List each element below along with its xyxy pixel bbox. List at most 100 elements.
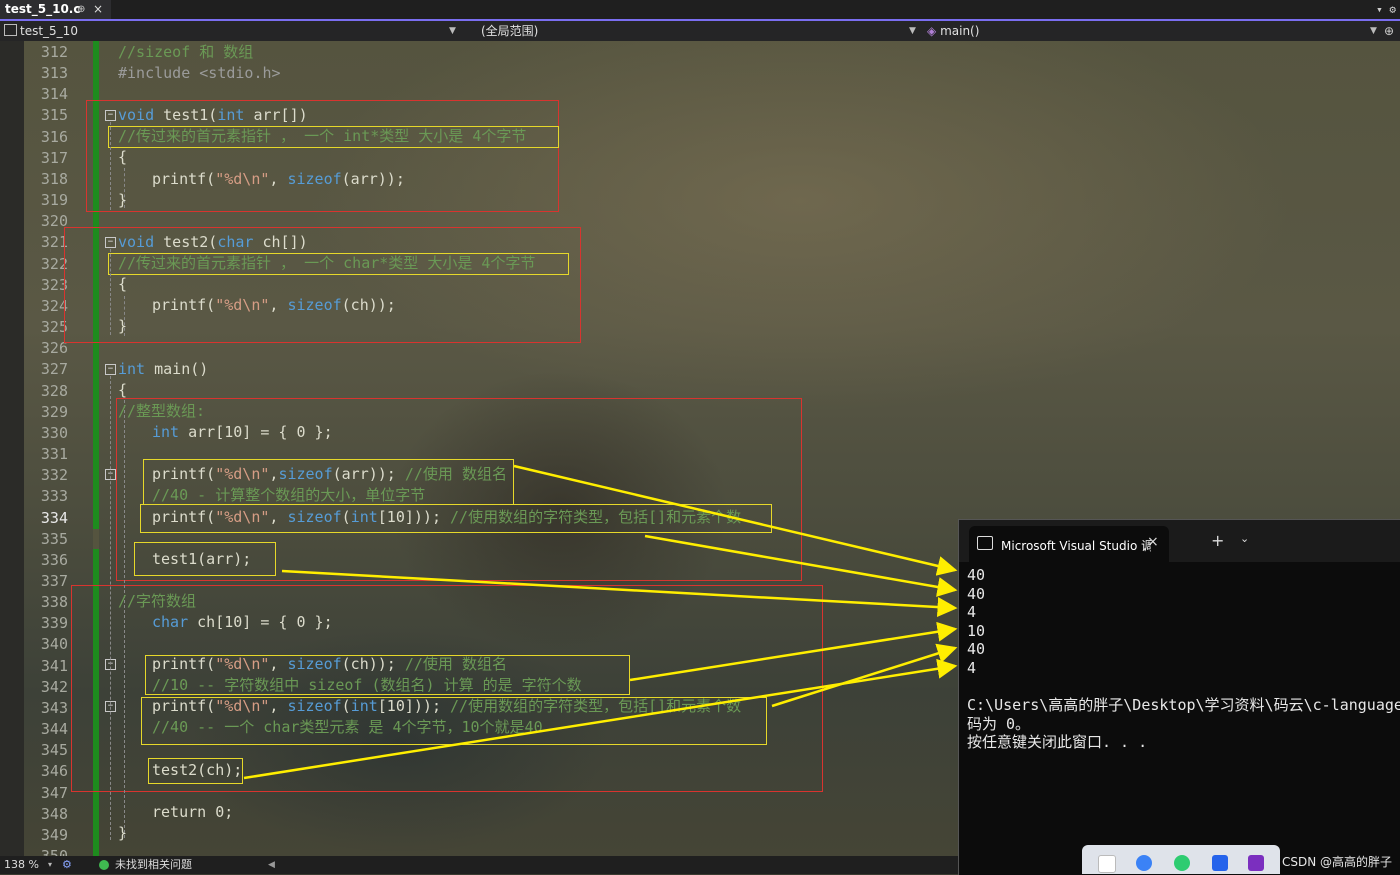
search-app-icon[interactable]	[1212, 855, 1228, 871]
line-number: 317	[40, 148, 68, 167]
tab-title: test_5_10.c	[5, 2, 81, 16]
new-tab-button[interactable]: +	[1211, 531, 1224, 550]
chevron-down-icon[interactable]: ▼	[449, 21, 456, 41]
chevron-down-icon[interactable]: ▼	[1370, 21, 1377, 41]
cube-icon: ◈	[927, 24, 937, 38]
collapse-icon[interactable]: −	[105, 364, 116, 375]
line-number: 348	[40, 804, 68, 823]
code-line[interactable]: void test2(char ch[])	[118, 232, 308, 253]
watermark: CSDN @高高的胖子	[1281, 855, 1392, 869]
code-line[interactable]: printf("%d\n", sizeof(int[10])); //使用数组的…	[152, 696, 741, 717]
code-line[interactable]: {	[118, 147, 127, 168]
change-tracking-gap	[93, 529, 99, 549]
status-bar: 138 % ▾ ⚙ 未找到相关问题 ◀	[0, 856, 958, 874]
line-number: 326	[40, 339, 68, 358]
line-number: 312	[40, 43, 68, 61]
start-icon[interactable]	[1098, 855, 1116, 873]
line-number: 314	[40, 85, 68, 104]
chevron-down-icon[interactable]: ▾	[48, 856, 52, 874]
collapse-icon[interactable]: −	[105, 237, 116, 248]
code-line-current[interactable]: printf("%d\n", sizeof(int[10])); //使用数组的…	[152, 507, 741, 528]
zoom-level[interactable]: 138 %	[4, 856, 39, 874]
collapse-icon[interactable]: −	[105, 110, 116, 121]
fold-guide	[110, 122, 111, 210]
line-number: 343	[40, 698, 68, 717]
line-number: 338	[40, 593, 68, 612]
line-number: 341	[40, 656, 68, 675]
line-number: 320	[40, 212, 68, 231]
code-line[interactable]: //字符数组	[118, 591, 196, 612]
code-line[interactable]: {	[118, 274, 127, 295]
project-dropdown[interactable]: test_5_10	[4, 21, 78, 41]
chevron-down-icon[interactable]: ⌄	[1240, 532, 1249, 545]
line-number: 337	[40, 572, 68, 590]
code-line[interactable]: }	[118, 190, 127, 211]
code-line[interactable]: //40 - 计算整个数组的大小，单位字节	[152, 485, 425, 506]
code-line[interactable]: }	[118, 823, 127, 844]
pin-icon[interactable]: ⊕	[77, 0, 85, 19]
fold-guide	[110, 249, 111, 335]
console-tab[interactable]: Microsoft Visual Studio 调试控制台 ×	[969, 526, 1169, 562]
code-line[interactable]: void test1(int arr[])	[118, 105, 308, 126]
code-line[interactable]: #include <stdio.h>	[118, 63, 281, 84]
taskbar-peek	[1082, 845, 1280, 874]
line-number: 346	[40, 762, 68, 781]
code-line[interactable]: //40 -- 一个 char类型元素 是 4个字节，10个就是40	[152, 717, 543, 738]
line-number: 329	[40, 402, 68, 421]
fold-guide	[110, 376, 111, 840]
code-line[interactable]: return 0;	[152, 802, 233, 823]
console-tab-title: Microsoft Visual Studio 调试控制台	[1001, 539, 1151, 553]
code-line[interactable]: //传过来的首元素指针 ， 一个 int*类型 大小是 4个字节	[118, 126, 526, 147]
line-number: 331	[40, 445, 68, 464]
line-number: 336	[40, 550, 68, 569]
line-number: 347	[40, 783, 68, 802]
code-line[interactable]: //10 -- 字符数组中 sizeof (数组名) 计算 的是 字符个数	[152, 675, 582, 696]
navigation-bar: test_5_10 ▼ (全局范围) ▼ ◈ main() ▼ ⊕	[0, 21, 1400, 41]
file-icon	[4, 24, 17, 36]
close-icon[interactable]: ×	[1147, 534, 1159, 550]
line-number: 330	[40, 423, 68, 442]
code-line[interactable]: printf("%d\n", sizeof(arr));	[152, 169, 405, 190]
scroll-left-icon[interactable]: ◀	[268, 856, 275, 874]
code-line[interactable]: }	[118, 316, 127, 337]
function-name: main()	[940, 24, 980, 38]
issues-status[interactable]: 未找到相关问题	[115, 856, 192, 874]
tab-test-5-10[interactable]: test_5_10.c ⊕ ×	[0, 0, 111, 19]
window-options-icon[interactable]: ▾ ⚙	[1376, 0, 1396, 19]
chevron-down-icon[interactable]: ▼	[909, 21, 916, 41]
code-line[interactable]: {	[118, 380, 127, 401]
close-tab-icon[interactable]: ×	[93, 0, 103, 19]
line-number: 339	[40, 614, 68, 633]
code-line[interactable]: printf("%d\n", sizeof(ch)); //使用 数组名	[152, 654, 507, 675]
function-dropdown[interactable]: ◈ main()	[927, 21, 979, 41]
line-number: 345	[40, 741, 68, 760]
line-number: 342	[40, 677, 68, 696]
line-number: 315	[40, 106, 68, 125]
line-number: 344	[40, 720, 68, 739]
code-line[interactable]: //sizeof 和 数组	[118, 42, 253, 63]
code-line[interactable]: printf("%d\n",sizeof(arr)); //使用 数组名	[152, 464, 507, 485]
scope-dropdown[interactable]: (全局范围)	[481, 21, 538, 41]
code-line[interactable]: printf("%d\n", sizeof(ch));	[152, 295, 396, 316]
onenote-icon[interactable]	[1248, 855, 1264, 871]
code-line[interactable]: //整型数组:	[118, 401, 205, 422]
line-number: 349	[40, 825, 68, 844]
code-line[interactable]: test1(arr);	[152, 549, 251, 570]
debug-console-window[interactable]: Microsoft Visual Studio 调试控制台 × + ⌄ 40 4…	[958, 519, 1400, 875]
code-line[interactable]: //传过来的首元素指针 ， 一个 char*类型 大小是 4个字节	[118, 253, 535, 274]
line-number: 313	[40, 64, 68, 83]
line-number: 340	[40, 635, 68, 654]
line-number: 319	[40, 191, 68, 210]
indent-guide	[124, 400, 125, 838]
line-number: 327	[40, 360, 68, 379]
code-line[interactable]: test2(ch);	[152, 760, 242, 781]
wechat-icon[interactable]	[1174, 855, 1190, 871]
split-icon[interactable]: ⊕	[1384, 21, 1394, 41]
line-number: 324	[40, 296, 68, 315]
code-line[interactable]: char ch[10] = { 0 };	[152, 612, 333, 633]
code-line[interactable]: int main()	[118, 359, 208, 380]
line-number: 332	[40, 466, 68, 485]
browser-icon[interactable]	[1136, 855, 1152, 871]
line-number: 328	[40, 381, 68, 400]
code-line[interactable]: int arr[10] = { 0 };	[152, 422, 333, 443]
